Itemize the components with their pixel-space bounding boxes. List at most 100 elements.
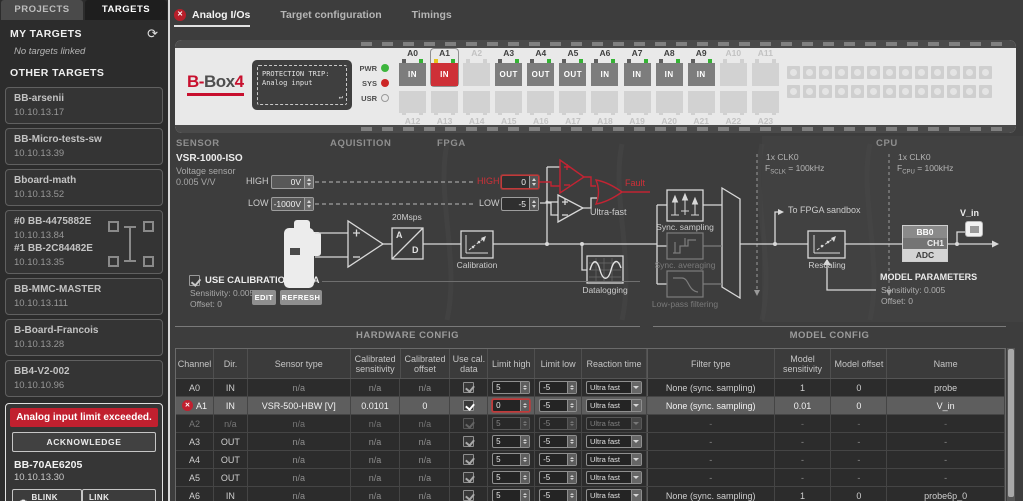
sensor-high-spinner[interactable]: 0V xyxy=(271,175,314,189)
limit-low-spinner[interactable]: -5 xyxy=(539,471,577,484)
channel-a5[interactable]: A5OUT xyxy=(559,49,586,86)
target-card[interactable]: BB-MMC-MASTER 10.10.13.111 xyxy=(5,278,163,315)
channel-a12[interactable]: A12 xyxy=(399,91,426,126)
tab-projects[interactable]: PROJECTS xyxy=(1,0,83,20)
sensor-low-spinner[interactable]: -1000V xyxy=(271,197,314,211)
limit-low-spinner[interactable]: -5 xyxy=(539,417,577,430)
refresh-button[interactable]: REFRESH xyxy=(280,290,322,305)
reaction-time-select[interactable]: Ultra fast xyxy=(586,489,642,501)
reaction-time-select[interactable]: Ultra fast xyxy=(586,381,642,394)
channel-a14[interactable]: A14 xyxy=(463,91,490,126)
link-project-label: LINK PROJECT xyxy=(89,493,149,501)
sensor-model: VSR-1000-ISO xyxy=(176,153,243,164)
channel-a17[interactable]: A17 xyxy=(559,91,586,126)
acknowledge-button[interactable]: ACKNOWLEDGE xyxy=(12,432,156,452)
target-card[interactable]: BB-arsenii 10.10.13.17 xyxy=(5,87,163,124)
limit-high-spinner[interactable]: 5 xyxy=(492,435,530,448)
target-card[interactable]: BB-Micro-tests-sw 10.10.13.39 xyxy=(5,128,163,165)
reaction-time-select[interactable]: Ultra fast xyxy=(586,435,642,448)
table-row-a6[interactable]: A6 IN n/a n/a n/a 5 -5 Ultra fast None (… xyxy=(176,487,1005,501)
channel-a22[interactable]: A22 xyxy=(720,91,747,126)
channel-a8[interactable]: A8IN xyxy=(656,49,683,86)
channel-a23[interactable]: A23 xyxy=(752,91,779,126)
target-card[interactable]: BB4-V2-002 10.10.10.96 xyxy=(5,360,163,397)
channel-a9[interactable]: A9IN xyxy=(688,49,715,86)
channel-a11[interactable]: A11 xyxy=(752,49,779,86)
limit-low-spinner[interactable]: -5 xyxy=(539,399,577,412)
tab-targets[interactable]: TARGETS xyxy=(85,0,167,20)
table-row-a3[interactable]: A3 OUT n/a n/a n/a 5 -5 Ultra fast - - -… xyxy=(176,433,1005,451)
use-calibration-checkbox[interactable] xyxy=(189,275,200,286)
tab-target-configuration[interactable]: Target configuration xyxy=(280,9,381,27)
cal-offset-text: Offset: 0 xyxy=(190,299,222,309)
fpga-clock-line2: FSCLK = 100kHz xyxy=(765,163,824,176)
channel-a21[interactable]: A21 xyxy=(688,91,715,126)
fpga-high-spinner[interactable]: 0 xyxy=(501,175,539,189)
limit-low-spinner[interactable]: -5 xyxy=(539,381,577,394)
limit-high-spinner[interactable]: 5 xyxy=(492,453,530,466)
limit-high-spinner[interactable]: 5 xyxy=(492,381,530,394)
use-cal-checkbox[interactable] xyxy=(463,418,474,429)
channel-a6[interactable]: A6IN xyxy=(591,49,618,86)
channel-a10[interactable]: A10 xyxy=(720,49,747,86)
limit-low-spinner[interactable]: -5 xyxy=(539,489,577,501)
target-card[interactable]: Bboard-math 10.10.13.52 xyxy=(5,169,163,206)
use-cal-checkbox[interactable] xyxy=(463,436,474,447)
use-cal-checkbox[interactable] xyxy=(463,400,474,411)
pair-link-icon xyxy=(108,221,154,267)
refresh-icon[interactable]: ⟳ xyxy=(147,28,158,40)
tab-timings[interactable]: Timings xyxy=(412,9,452,27)
channel-a4[interactable]: A4OUT xyxy=(527,49,554,86)
table-row-a0[interactable]: A0 IN n/a n/a n/a 5 -5 Ultra fast None (… xyxy=(176,379,1005,397)
tab-analog-ios[interactable]: ✕ Analog I/Os xyxy=(174,9,250,27)
edit-button[interactable]: EDIT xyxy=(252,290,276,305)
error-close-icon[interactable]: ✕ xyxy=(174,9,186,21)
reaction-time-select[interactable]: Ultra fast xyxy=(586,417,642,430)
channel-a7[interactable]: A7IN xyxy=(624,49,651,86)
table-scrollbar[interactable] xyxy=(1007,348,1015,501)
channel-a20[interactable]: A20 xyxy=(656,91,683,126)
bbox-logo: B-Box4 xyxy=(187,72,244,96)
limit-high-spinner[interactable]: 5 xyxy=(492,471,530,484)
limit-high-spinner[interactable]: 5 xyxy=(492,489,530,501)
alert-target-card[interactable]: Analog input limit exceeded. ACKNOWLEDGE… xyxy=(5,403,163,501)
use-cal-checkbox[interactable] xyxy=(463,472,474,483)
table-row-a4[interactable]: A4 OUT n/a n/a n/a 5 -5 Ultra fast - - -… xyxy=(176,451,1005,469)
table-row-a5[interactable]: A5 OUT n/a n/a n/a 5 -5 Ultra fast - - -… xyxy=(176,469,1005,487)
section-aquisition: AQUISITION xyxy=(330,138,391,149)
reaction-time-select[interactable]: Ultra fast xyxy=(586,471,642,484)
use-cal-checkbox[interactable] xyxy=(463,454,474,465)
link-project-button[interactable]: LINK PROJECT xyxy=(82,489,156,501)
channel-a2[interactable]: A2 xyxy=(463,49,490,86)
use-calibration-label: USE CALIBRATION DATA xyxy=(205,275,320,286)
target-ip: 10.10.13.28 xyxy=(14,338,154,351)
channel-a15[interactable]: A15 xyxy=(495,91,522,126)
channel-a3[interactable]: A3OUT xyxy=(495,49,522,86)
reaction-time-select[interactable]: Ultra fast xyxy=(586,399,642,412)
no-targets-text: No targets linked xyxy=(0,42,168,59)
vin-label: V_in xyxy=(960,208,979,218)
channel-a1[interactable]: A1IN xyxy=(431,49,458,86)
fpga-low-spinner[interactable]: -5 xyxy=(501,197,539,211)
limit-high-spinner[interactable]: 5 xyxy=(492,417,530,430)
use-cal-checkbox[interactable] xyxy=(463,382,474,393)
target-card[interactable]: B-Board-Francois 10.10.13.28 xyxy=(5,319,163,356)
target-card-paired[interactable]: #0 BB-4475882E 10.10.13.84 #1 BB-2C84482… xyxy=(5,210,163,274)
limit-low-spinner[interactable]: -5 xyxy=(539,435,577,448)
use-cal-checkbox[interactable] xyxy=(463,490,474,501)
channel-a0[interactable]: A0IN xyxy=(399,49,426,86)
sensor-high-label: HIGH xyxy=(246,176,269,186)
section-cpu: CPU xyxy=(876,138,898,149)
reaction-time-select[interactable]: Ultra fast xyxy=(586,453,642,466)
analog-channels-bottom: A12 A13 A14 A15 A16 A17 A18 A19 A20 A21 … xyxy=(399,91,779,126)
channel-a16[interactable]: A16 xyxy=(527,91,554,126)
sys-led xyxy=(381,79,389,87)
channel-a18[interactable]: A18 xyxy=(591,91,618,126)
blink-led-button[interactable]: BLINK LED xyxy=(12,489,82,501)
limit-low-spinner[interactable]: -5 xyxy=(539,453,577,466)
channel-a13[interactable]: A13 xyxy=(431,91,458,126)
table-row-a1[interactable]: ✕A1 IN VSR-500-HBW [V] 0.0101 0 0 -5 Ult… xyxy=(176,397,1005,415)
table-row-a2[interactable]: A2 n/a n/a n/a n/a 5 -5 Ultra fast - - -… xyxy=(176,415,1005,433)
limit-high-spinner[interactable]: 0 xyxy=(492,399,530,412)
channel-a19[interactable]: A19 xyxy=(624,91,651,126)
